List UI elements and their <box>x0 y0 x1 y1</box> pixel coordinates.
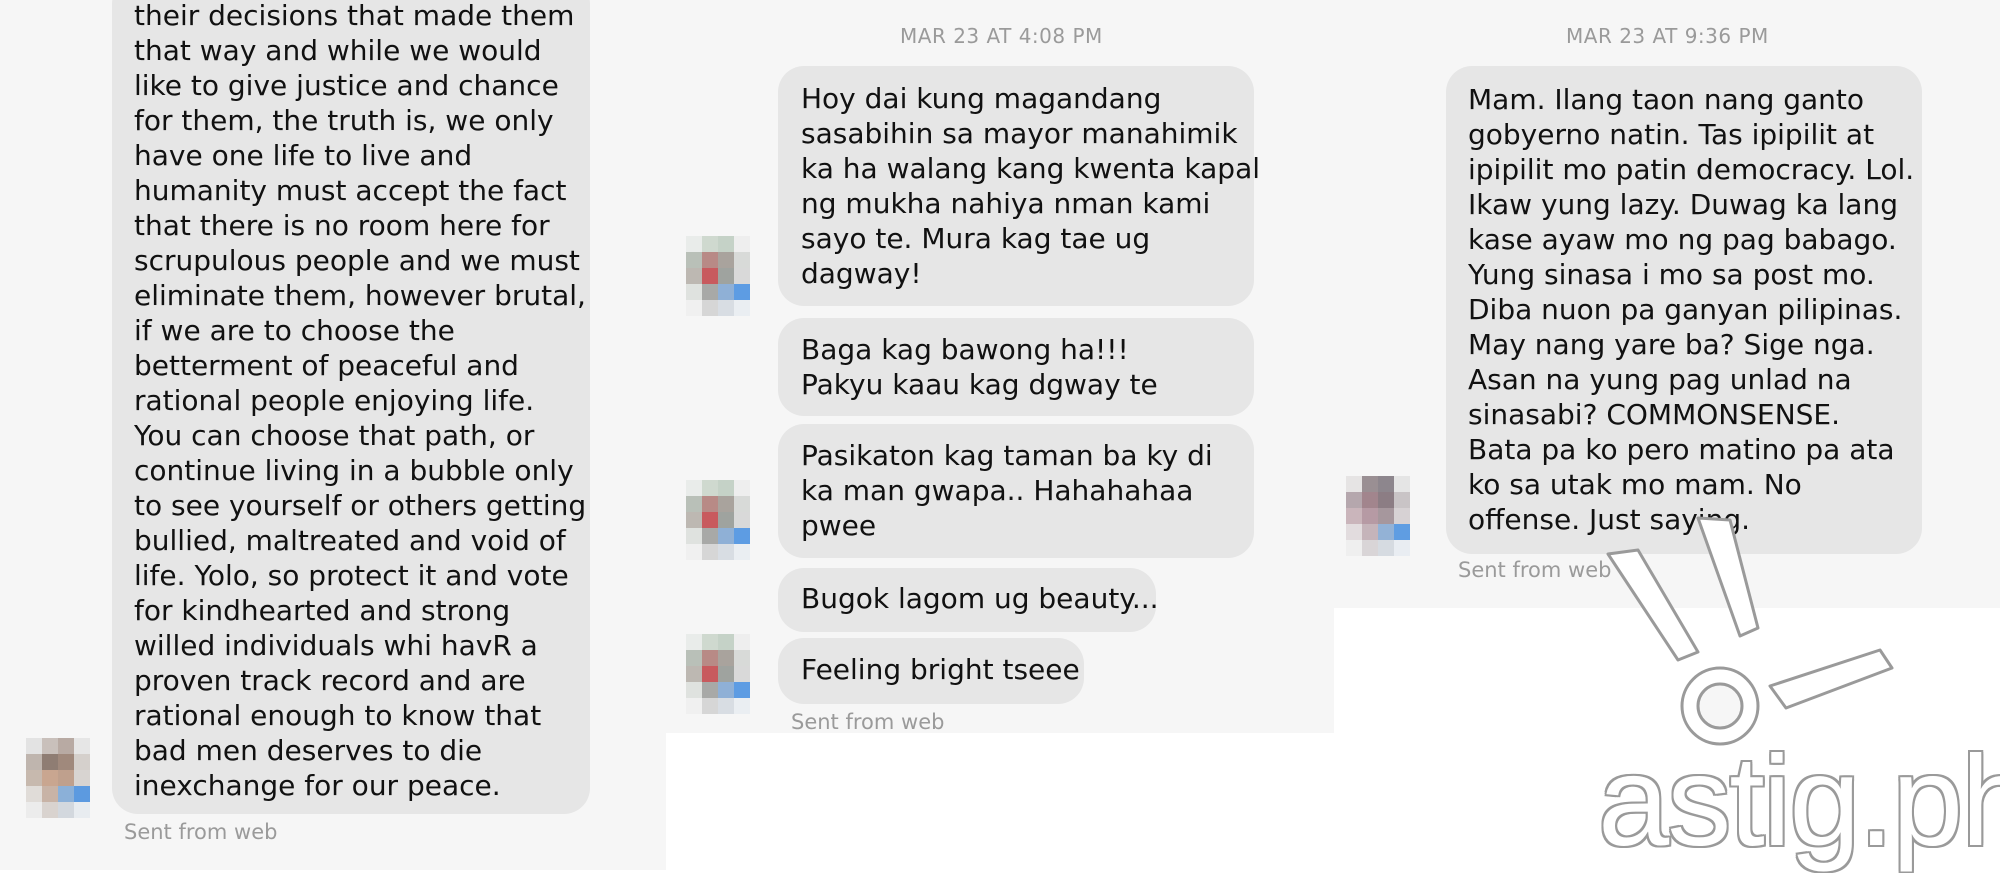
message-line: bullied, maltreated and void of <box>134 524 566 557</box>
message-line: May nang yare ba? Sige nga. <box>1468 328 1875 361</box>
message-line: for them, the truth is, we only <box>134 104 554 137</box>
watermark-text: astig.ph <box>1598 730 2000 873</box>
message-line: pwee <box>801 509 877 542</box>
avatar[interactable] <box>686 634 750 714</box>
message-line: ka man gwapa.. Hahahahaa <box>801 474 1194 507</box>
message-line: if we are to choose the <box>134 314 455 347</box>
message-line: Pasikaton kag taman ba ky di <box>801 439 1213 472</box>
message-timestamp: MAR 23 AT 9:36 PM <box>1566 24 1769 48</box>
avatar[interactable] <box>26 738 90 818</box>
message-line: like to give justice and chance <box>134 69 559 102</box>
message-line: continue living in a bubble only <box>134 454 574 487</box>
message-line: willed individuals whi havR a <box>134 629 538 662</box>
message-line: dagway! <box>801 257 922 290</box>
message-line: sasabihin sa mayor manahimik <box>801 117 1238 150</box>
message-line: rational people enjoying life. <box>134 384 535 417</box>
message-line: rational enough to know that <box>134 699 542 732</box>
message-bubble: Mam. Ilang taon nang ganto gobyerno nati… <box>1446 66 1922 554</box>
message-line: sayo te. Mura kag tae ug <box>801 222 1151 255</box>
message-line: Pakyu kaau kag dgway te <box>801 368 1158 401</box>
sent-from-label: Sent from web <box>791 710 945 734</box>
message-line: Diba nuon pa ganyan pilipinas. <box>1468 293 1903 326</box>
message-line: Bata pa ko pero matino pa ata <box>1468 433 1895 466</box>
message-line: ko sa utak mo mam. No <box>1468 468 1802 501</box>
message-line: eliminate them, however brutal, <box>134 279 586 312</box>
message-line: betterment of peaceful and <box>134 349 519 382</box>
message-line: inexchange for our peace. <box>134 769 501 802</box>
message-line: Bugok lagom ug beauty... <box>801 582 1159 615</box>
conversation-panel-left: their decisions that made them that way … <box>0 0 666 870</box>
message-timestamp: MAR 23 AT 4:08 PM <box>900 24 1103 48</box>
message-bubble: Feeling bright tseee <box>778 638 1084 704</box>
message-line: bad men deserves to die <box>134 734 483 767</box>
sent-from-label: Sent from web <box>124 820 278 844</box>
conversation-panel-middle: MAR 23 AT 4:08 PM Hoy dai kung magandang… <box>666 0 1334 734</box>
message-bubble: Bugok lagom ug beauty... <box>778 568 1159 632</box>
message-line: Mam. Ilang taon nang ganto <box>1468 83 1865 116</box>
message-line: to see yourself or others getting <box>134 489 587 522</box>
message-line: ka ha walang kang kwenta kapal <box>801 152 1261 185</box>
message-line: sinasabi? COMMONSENSE. <box>1468 398 1840 431</box>
message-line: gobyerno natin. Tas ipipilit at <box>1468 118 1875 151</box>
message-bubble: Baga kag bawong ha!!! Pakyu kaau kag dgw… <box>778 318 1254 416</box>
message-line: life. Yolo, so protect it and vote <box>134 559 569 592</box>
message-line: humanity must accept the fact <box>134 174 567 207</box>
message-line: have one life to live and <box>134 139 473 172</box>
message-line: ng mukha nahiya nman kami <box>801 187 1211 220</box>
message-line: that there is no room here for <box>134 209 550 242</box>
message-line: Baga kag bawong ha!!! <box>801 333 1129 366</box>
message-line: You can choose that path, or <box>134 419 535 452</box>
message-line: for kindhearted and strong <box>134 594 511 627</box>
avatar[interactable] <box>686 236 750 316</box>
message-line: Asan na yung pag unlad na <box>1468 363 1852 396</box>
message-line: scrupulous people and we must <box>134 244 580 277</box>
message-line: that way and while we would <box>134 34 542 67</box>
message-line: Hoy dai kung magandang <box>801 82 1162 115</box>
message-line: kase ayaw mo ng pag babago. <box>1468 223 1897 256</box>
message-line: their decisions that made them <box>134 0 575 32</box>
message-line: Yung sinasa i mo sa post mo. <box>1468 258 1875 291</box>
message-bubble: Hoy dai kung magandang sasabihin sa mayo… <box>778 66 1261 306</box>
message-line: Ikaw yung lazy. Duwag ka lang <box>1468 188 1898 221</box>
message-line: ipipilit mo patin democracy. Lol. <box>1468 153 1915 186</box>
message-line: Feeling bright tseee <box>801 653 1080 686</box>
message-line: proven track record and are <box>134 664 526 697</box>
message-bubble: Pasikaton kag taman ba ky di ka man gwap… <box>778 424 1254 558</box>
avatar[interactable] <box>686 480 750 560</box>
avatar[interactable] <box>1346 476 1410 556</box>
message-bubble: their decisions that made them that way … <box>112 0 590 814</box>
